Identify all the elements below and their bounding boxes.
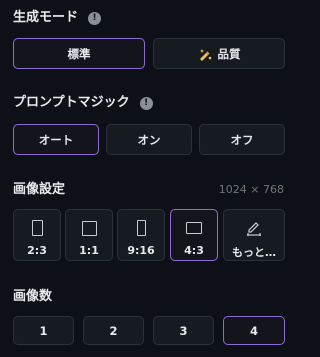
magic-auto-label: オート xyxy=(38,132,74,147)
count-label: 4 xyxy=(249,323,258,338)
resolution-label: 1024 × 768 xyxy=(218,183,284,196)
sparkle-pen-icon xyxy=(198,47,212,61)
square-ratio-icon xyxy=(81,220,97,236)
prompt-magic-title: プロンプトマジック xyxy=(13,95,130,110)
count-label: 3 xyxy=(179,323,188,338)
magic-off-button[interactable]: オフ xyxy=(199,124,285,155)
generation-mode-header: 生成モード ! xyxy=(13,10,102,26)
count-1-button[interactable]: 1 xyxy=(13,316,74,345)
ratio-label: 9:16 xyxy=(127,244,155,257)
portrait-ratio-icon xyxy=(31,220,43,236)
info-icon[interactable]: ! xyxy=(139,96,153,110)
magic-on-label: オン xyxy=(137,132,161,147)
ratio-more-button[interactable]: もっと… xyxy=(223,209,285,261)
generation-mode-title: 生成モード xyxy=(13,10,79,25)
count-4-button[interactable]: 4 xyxy=(223,316,285,345)
image-count-header: 画像数 xyxy=(13,289,52,305)
ratio-label: 1:1 xyxy=(79,244,99,257)
count-2-button[interactable]: 2 xyxy=(83,316,144,345)
ratio-label: 4:3 xyxy=(184,244,204,257)
ratio-2-3-button[interactable]: 2:3 xyxy=(13,209,61,261)
info-icon[interactable]: ! xyxy=(88,11,102,25)
settings-panel: 生成モード ! 標準 品質 プロンプトマジック ! オート オン オフ 画像設定… xyxy=(0,0,297,357)
mode-standard-button[interactable]: 標準 xyxy=(13,38,145,69)
ratio-label: 2:3 xyxy=(27,244,47,257)
count-label: 2 xyxy=(109,323,118,338)
prompt-magic-header: プロンプトマジック ! xyxy=(13,95,153,111)
ratio-1-1-button[interactable]: 1:1 xyxy=(65,209,113,261)
image-settings-header: 画像設定 xyxy=(13,182,65,198)
tall-ratio-icon xyxy=(136,220,146,236)
ratio-label: もっと… xyxy=(232,246,276,259)
mode-standard-label: 標準 xyxy=(67,46,91,61)
mode-quality-label: 品質 xyxy=(217,46,241,61)
magic-off-label: オフ xyxy=(230,132,254,147)
ratio-4-3-button[interactable]: 4:3 xyxy=(170,209,218,261)
magic-auto-button[interactable]: オート xyxy=(13,124,99,155)
landscape-ratio-icon xyxy=(186,222,202,234)
ratio-9-16-button[interactable]: 9:16 xyxy=(117,209,165,261)
count-label: 1 xyxy=(39,323,48,338)
count-3-button[interactable]: 3 xyxy=(153,316,214,345)
image-count-title: 画像数 xyxy=(13,289,53,304)
magic-on-button[interactable]: オン xyxy=(106,124,192,155)
mode-quality-button[interactable]: 品質 xyxy=(153,38,285,69)
image-settings-title: 画像設定 xyxy=(13,182,66,197)
pencil-icon xyxy=(245,218,263,238)
